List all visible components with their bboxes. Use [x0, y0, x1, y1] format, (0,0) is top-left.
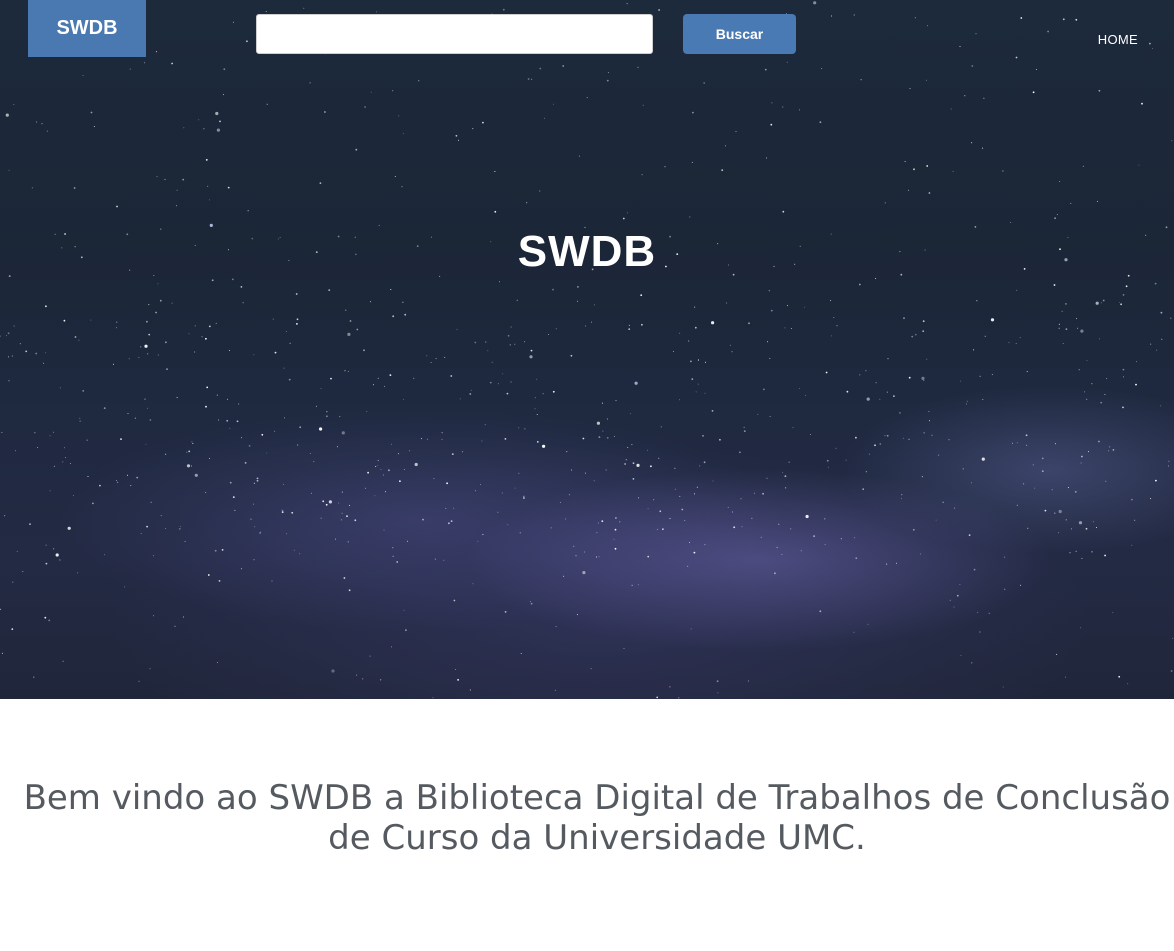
brand-logo[interactable]: SWDB	[28, 0, 146, 57]
welcome-heading: Bem vindo ao SWDB a Biblioteca Digital d…	[23, 778, 1171, 858]
starfield-background	[0, 1, 1174, 699]
search-button[interactable]: Buscar	[683, 14, 796, 54]
hero-banner: SWDB	[0, 0, 1174, 699]
nav-home-link[interactable]: HOME	[1098, 32, 1138, 47]
hero-title: SWDB	[517, 227, 657, 277]
search-input[interactable]	[256, 14, 653, 54]
